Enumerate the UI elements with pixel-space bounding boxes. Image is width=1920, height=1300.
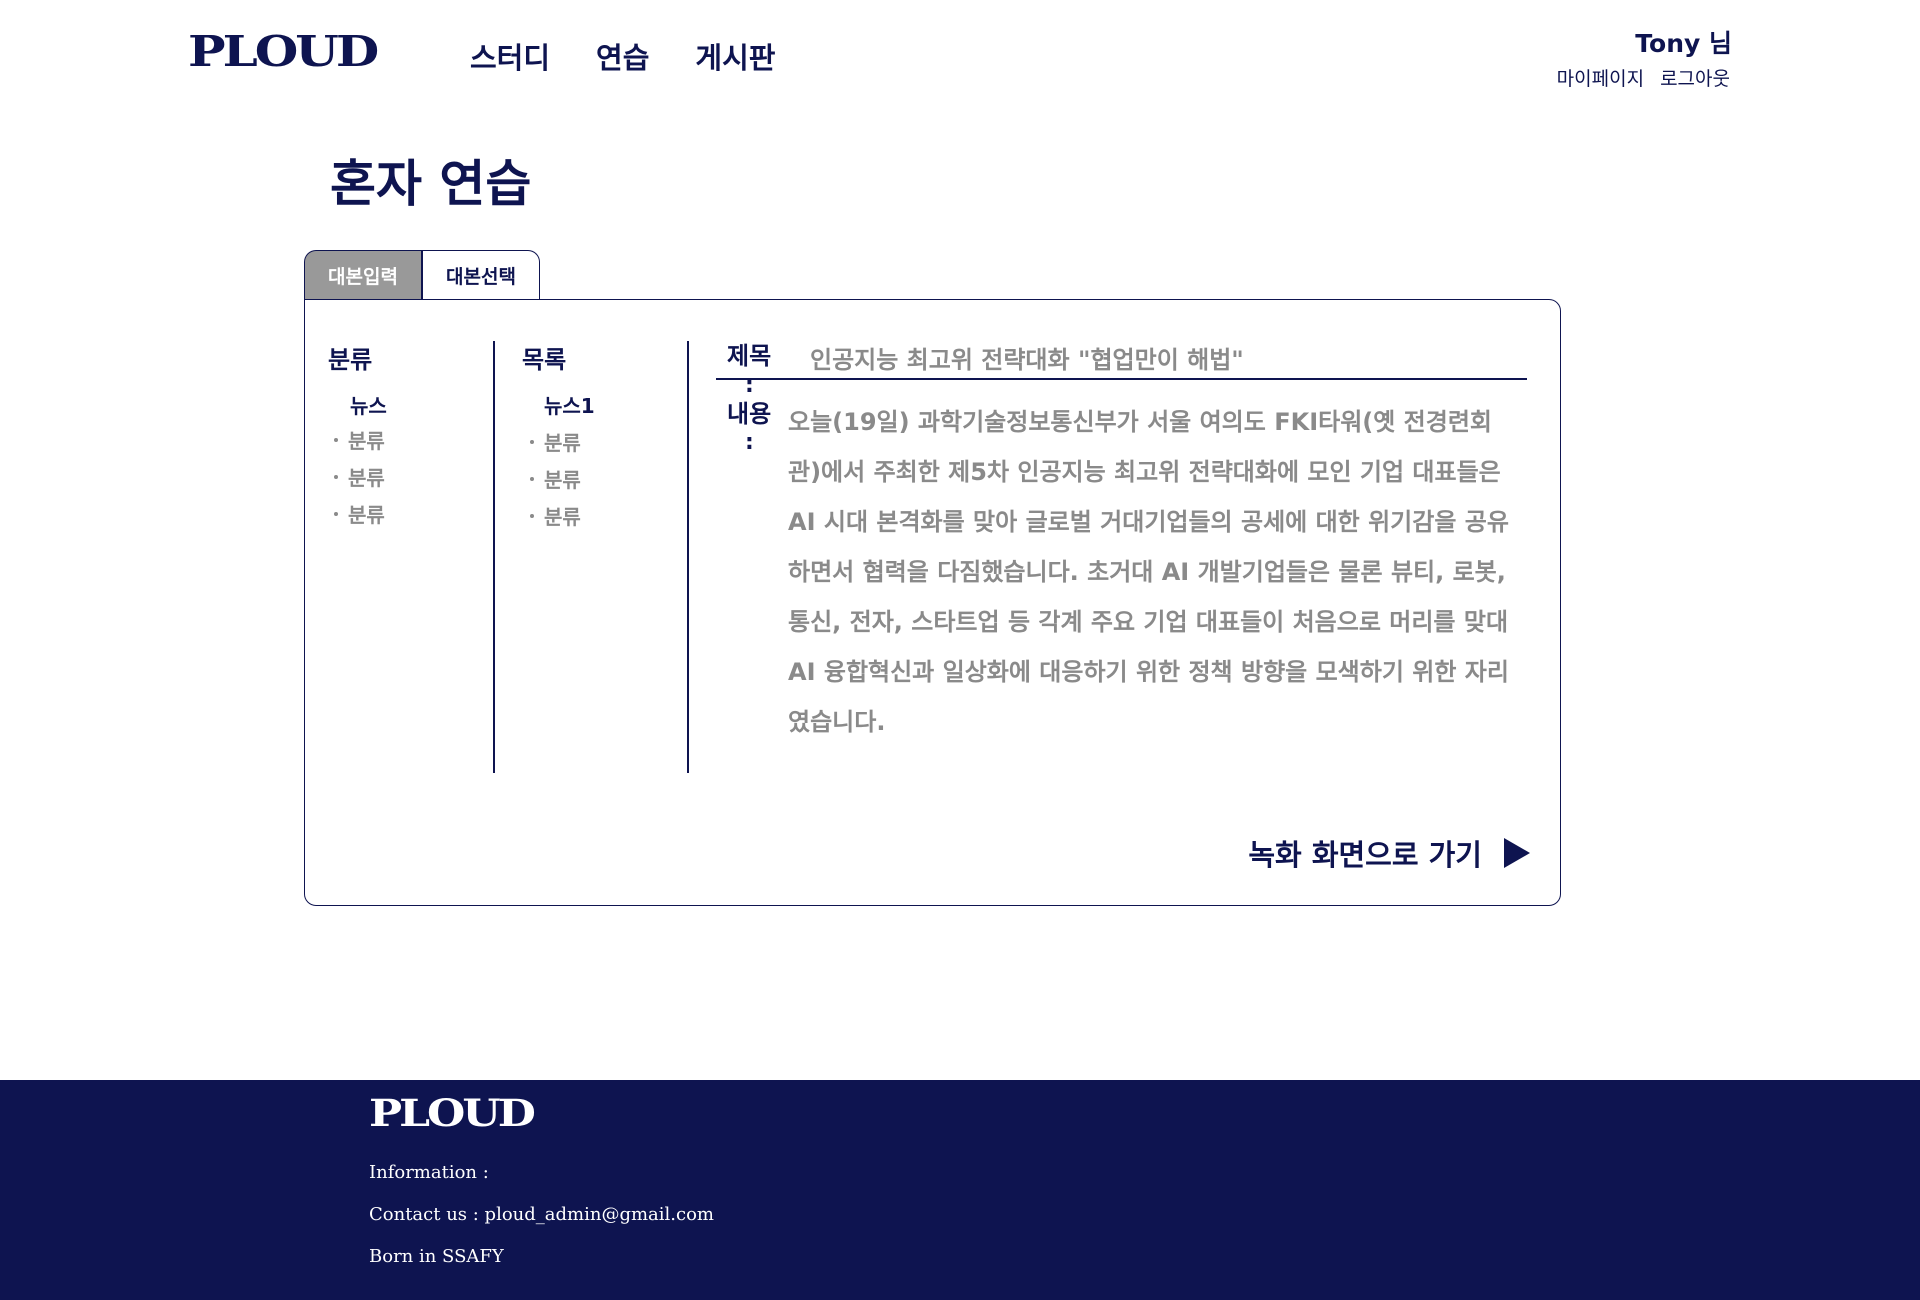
colon: :	[745, 430, 754, 455]
go-record-button[interactable]: 녹화 화면으로 가기	[1248, 832, 1530, 874]
footer-born: Born in SSAFY	[369, 1246, 504, 1267]
category-list: 분류 분류 분류	[334, 421, 385, 532]
list-item[interactable]: 분류	[530, 460, 581, 497]
column-divider	[493, 341, 495, 773]
category-item[interactable]: 분류	[334, 458, 385, 495]
footer: PLOUD Information : Contact us : ploud_a…	[0, 1080, 1920, 1300]
nav-item-practice[interactable]: 연습	[596, 38, 649, 78]
bullet-icon	[530, 476, 534, 481]
play-icon	[1504, 838, 1530, 868]
title-label: 제목	[727, 342, 772, 370]
category-active-item[interactable]: 뉴스	[350, 390, 387, 419]
nav-item-study[interactable]: 스터디	[470, 38, 550, 78]
footer-contact: Contact us : ploud_admin@gmail.com	[369, 1204, 714, 1225]
list-item[interactable]: 분류	[530, 423, 581, 460]
content-label: 내용	[727, 400, 772, 428]
nav-item-board[interactable]: 게시판	[695, 38, 775, 78]
list-heading: 목록	[522, 346, 567, 374]
bullet-icon	[334, 437, 338, 442]
column-divider	[687, 341, 689, 773]
main-nav: 스터디 연습 게시판	[470, 38, 775, 78]
list-active-item[interactable]: 뉴스1	[544, 390, 595, 419]
script-list: 분류 분류 분류	[530, 423, 581, 534]
logout-link[interactable]: 로그아웃	[1660, 64, 1730, 91]
colon: :	[745, 373, 754, 398]
bullet-icon	[530, 513, 534, 518]
script-content[interactable]: 오늘(19일) 과학기술정보통신부가 서울 여의도 FKI타워(옛 전경련회관)…	[788, 397, 1518, 747]
list-item[interactable]: 분류	[530, 497, 581, 534]
title-underline	[716, 378, 1527, 380]
category-item[interactable]: 분류	[334, 421, 385, 458]
category-item[interactable]: 분류	[334, 495, 385, 532]
header: PLOUD 스터디 연습 게시판 Tony 님 마이페이지 로그아웃	[0, 0, 1920, 110]
bullet-icon	[334, 474, 338, 479]
logo[interactable]: PLOUD	[188, 26, 379, 77]
go-record-label: 녹화 화면으로 가기	[1248, 838, 1482, 872]
bullet-icon	[334, 511, 338, 516]
mypage-link[interactable]: 마이페이지	[1557, 64, 1644, 91]
bullet-icon	[530, 439, 534, 444]
user-links: 마이페이지 로그아웃	[1557, 64, 1730, 91]
tab-script-select[interactable]: 대본선택	[422, 250, 540, 300]
category-heading: 분류	[328, 346, 373, 374]
footer-logo: PLOUD	[369, 1092, 536, 1136]
tab-script-input[interactable]: 대본입력	[304, 250, 422, 300]
script-title[interactable]: 인공지능 최고위 전략대화 "협업만이 해법"	[810, 340, 1244, 375]
footer-information: Information :	[369, 1162, 489, 1183]
page-title: 혼자 연습	[330, 155, 532, 213]
user-name: Tony 님	[1635, 29, 1732, 58]
